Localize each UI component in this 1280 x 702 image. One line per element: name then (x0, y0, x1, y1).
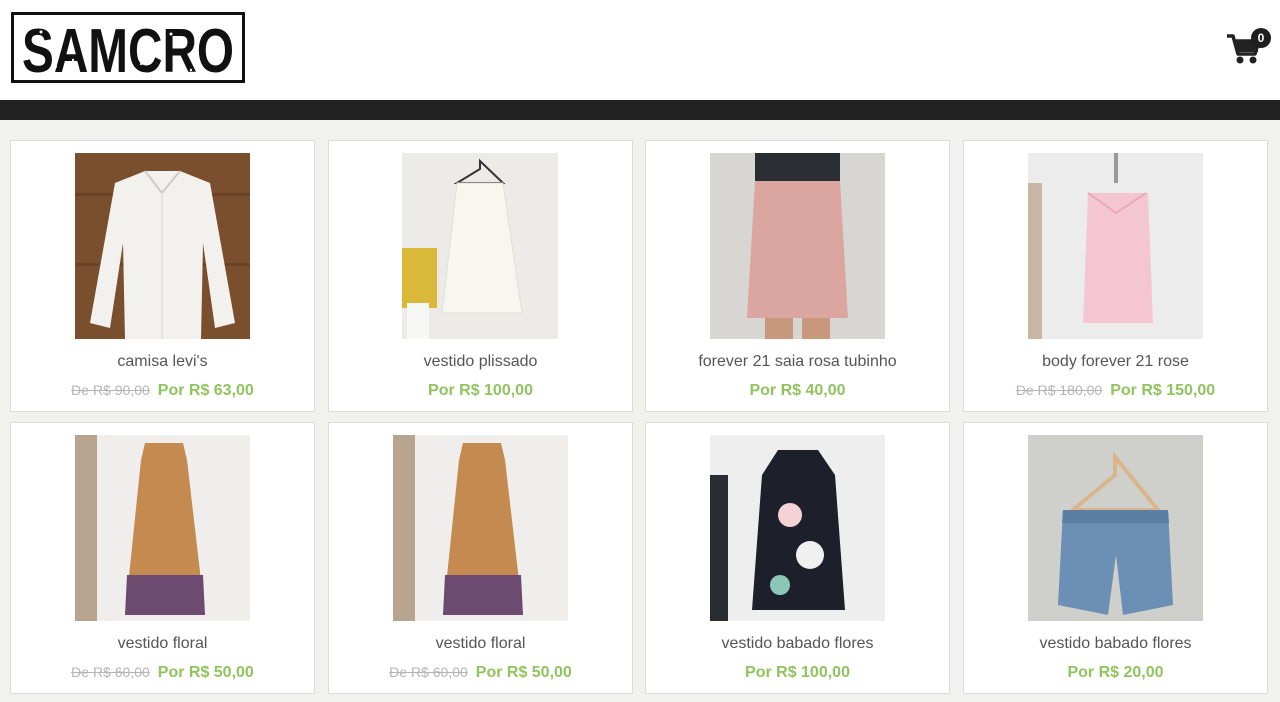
product-name[interactable]: vestido babado flores (646, 635, 949, 653)
product-image[interactable] (393, 435, 568, 621)
product-image[interactable] (1028, 435, 1203, 621)
product-image[interactable] (710, 435, 885, 621)
current-price: Por R$ 20,00 (1067, 664, 1164, 681)
old-price: De R$ 180,00 (1015, 382, 1103, 398)
product-card[interactable]: vestido babado flores Por R$ 100,00 (645, 422, 950, 694)
product-card[interactable]: vestido plissado Por R$ 100,00 (328, 140, 633, 412)
old-price: De R$ 60,00 (71, 664, 150, 680)
product-card[interactable]: vestido floral De R$ 60,00 Por R$ 50,00 (328, 422, 633, 694)
current-price: Por R$ 50,00 (475, 664, 572, 681)
product-prices: De R$ 60,00 Por R$ 50,00 (11, 664, 314, 682)
product-card[interactable]: vestido floral De R$ 60,00 Por R$ 50,00 (10, 422, 315, 694)
product-name[interactable]: vestido babado flores (964, 635, 1267, 653)
product-prices: De R$ 90,00 Por R$ 63,00 (11, 382, 314, 400)
product-image[interactable] (402, 153, 558, 339)
samcro-logo[interactable]: SAMCRO (11, 12, 245, 86)
product-image[interactable] (710, 153, 885, 339)
current-price: Por R$ 100,00 (428, 382, 533, 399)
product-name[interactable]: vestido floral (329, 635, 632, 653)
product-card[interactable]: vestido babado flores Por R$ 20,00 (963, 422, 1268, 694)
cart-button[interactable]: 0 (1226, 28, 1272, 68)
old-price: De R$ 90,00 (71, 382, 150, 398)
product-prices: De R$ 60,00 Por R$ 50,00 (329, 664, 632, 682)
current-price: Por R$ 50,00 (157, 664, 254, 681)
product-prices: Por R$ 100,00 (329, 382, 632, 400)
product-name[interactable]: vestido plissado (329, 353, 632, 371)
current-price: Por R$ 150,00 (1110, 382, 1216, 399)
product-prices: Por R$ 20,00 (964, 664, 1267, 682)
current-price: Por R$ 63,00 (157, 382, 254, 399)
current-price: Por R$ 100,00 (745, 664, 850, 681)
product-name[interactable]: forever 21 saia rosa tubinho (646, 353, 949, 371)
old-price: De R$ 60,00 (389, 664, 468, 680)
site-header: SAMCRO 0 (0, 0, 1280, 100)
svg-text:SAMCRO: SAMCRO (22, 17, 234, 83)
product-card[interactable]: forever 21 saia rosa tubinho Por R$ 40,0… (645, 140, 950, 412)
product-image[interactable] (1028, 153, 1203, 339)
cart-count-badge: 0 (1251, 28, 1271, 48)
current-price: Por R$ 40,00 (749, 382, 846, 399)
product-name[interactable]: camisa levi's (11, 353, 314, 371)
product-name[interactable]: body forever 21 rose (964, 353, 1267, 371)
navigation-bar (0, 100, 1280, 120)
product-prices: Por R$ 100,00 (646, 664, 949, 682)
product-card[interactable]: camisa levi's De R$ 90,00 Por R$ 63,00 (10, 140, 315, 412)
product-prices: De R$ 180,00 Por R$ 150,00 (964, 382, 1267, 400)
product-image[interactable] (75, 153, 250, 339)
product-card[interactable]: body forever 21 rose De R$ 180,00 Por R$ … (963, 140, 1268, 412)
product-name[interactable]: vestido floral (11, 635, 314, 653)
product-image[interactable] (75, 435, 250, 621)
product-prices: Por R$ 40,00 (646, 382, 949, 400)
